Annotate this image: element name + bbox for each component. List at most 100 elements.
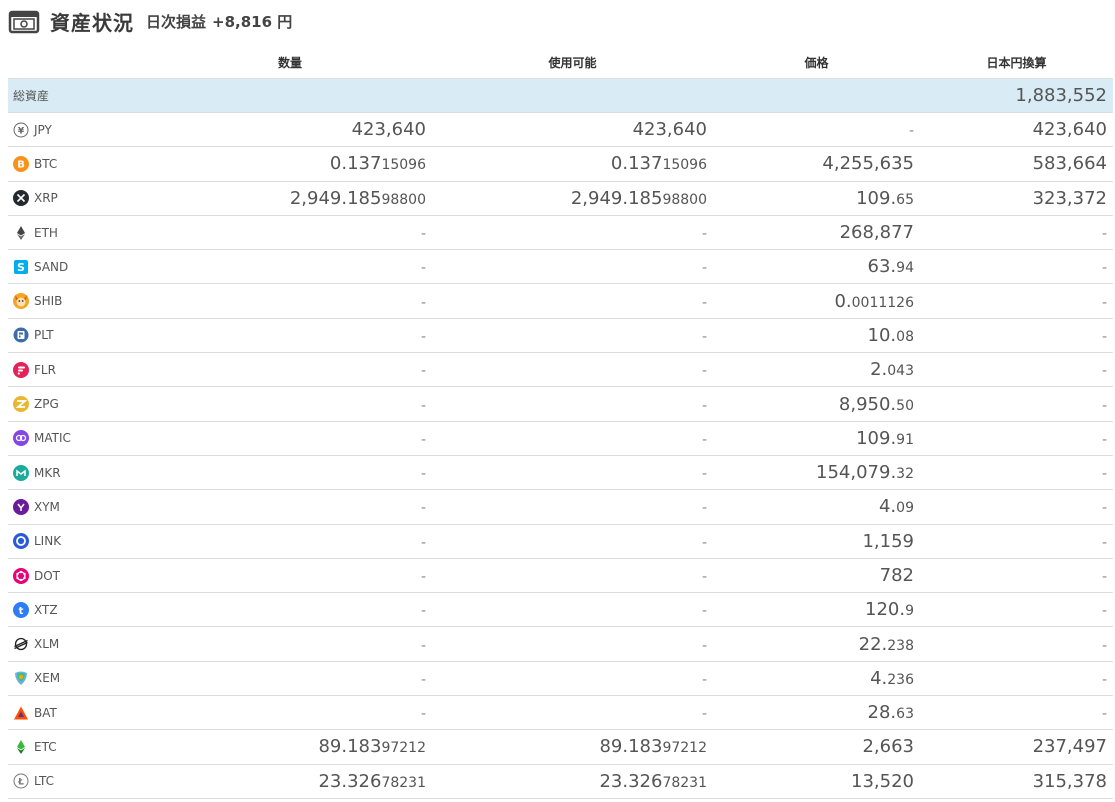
column-header-quantity: 数量 — [277, 55, 302, 70]
quantity-cell: 2,949.18598800 — [148, 180, 432, 216]
asset-symbol: LTC — [34, 774, 55, 789]
asset-name: SHIB — [13, 293, 62, 310]
asset-name: B BTC — [13, 155, 57, 172]
jpy-value-cell-main: - — [1101, 294, 1107, 311]
jpy-value-cell: - — [920, 249, 1113, 284]
quantity-cell-fraction: 97212 — [381, 740, 426, 757]
asset-name-cell: LINK — [8, 523, 148, 559]
asset-name-cell: BAT — [8, 695, 148, 730]
jpy-value-cell: - — [920, 695, 1113, 730]
flr-icon — [13, 361, 29, 378]
jpy-value-cell-main: - — [1101, 226, 1107, 243]
price-cell: 268,877 — [713, 214, 920, 250]
price-cell-main: 268,877 — [839, 222, 914, 244]
available-cell-main: 0.137 — [610, 153, 663, 175]
price-cell-main: 4,255,635 — [822, 153, 914, 175]
available-cell-main: - — [701, 603, 707, 620]
xem-icon — [13, 670, 29, 686]
available-cell: - — [432, 592, 713, 627]
sand-icon: S — [13, 259, 29, 275]
quantity-cell: - — [148, 454, 432, 490]
jpy-value-cell: - — [920, 626, 1113, 662]
jpy-value-cell: - — [920, 454, 1113, 490]
asset-name: LINK — [13, 533, 62, 550]
asset-name-cell: MKR — [8, 454, 148, 490]
asset-name-cell: Ł LTC — [8, 763, 148, 799]
asset-table: 数量 使用可能 価格 日本円換算 総資産 1,883,552 ¥ JPY 423,6… — [8, 46, 1113, 799]
header: 資産状況 日次損益 +8,816 円 — [8, 6, 292, 36]
available-cell-main: - — [701, 466, 707, 483]
asset-name: DOT — [13, 567, 60, 584]
plt-icon — [13, 327, 29, 343]
quantity-cell: - — [148, 592, 432, 627]
quantity-cell: 0.13715096 — [148, 146, 432, 182]
table-header-row: 数量 使用可能 価格 日本円換算 — [8, 46, 1113, 79]
available-cell: - — [432, 695, 713, 730]
asset-row-eth: ETH - - 268,877 - — [8, 214, 1113, 250]
price-cell-fraction: 09 — [896, 500, 914, 517]
quantity-cell-main: 89.183 — [318, 736, 382, 758]
jpy-value-cell: - — [920, 660, 1113, 696]
available-cell-main: - — [701, 569, 707, 585]
total-assets-row: 総資産 1,883,552 — [8, 78, 1113, 113]
asset-row-zpg: ZPG - -8,950.50- — [8, 386, 1113, 422]
svg-text:S: S — [17, 261, 25, 274]
quantity-cell-main: 423,640 — [351, 119, 426, 141]
jpy-value-cell: - — [920, 420, 1113, 456]
quantity-cell-main: - — [420, 671, 426, 688]
asset-symbol: LINK — [34, 534, 62, 549]
price-cell-fraction: 0011126 — [851, 294, 914, 311]
asset-name: BAT — [13, 705, 57, 721]
available-cell-main: - — [701, 328, 707, 345]
mkr-icon — [13, 464, 29, 481]
price-cell-main: 109. — [856, 187, 897, 209]
asset-symbol: XTZ — [34, 602, 58, 617]
asset-row-etc: ETC 89.18397212 89.18397212 2,663 237,497 — [8, 729, 1113, 765]
price-cell-fraction: 236 — [887, 671, 914, 688]
quantity-cell: 23.32678231 — [148, 763, 432, 799]
asset-symbol: ETH — [34, 225, 58, 240]
asset-name: XYM — [13, 498, 60, 515]
column-header-available: 使用可能 — [548, 55, 597, 70]
jpy-value-cell: - — [920, 386, 1113, 422]
asset-symbol: FLR — [34, 362, 56, 377]
price-cell-main: 63. — [867, 256, 897, 278]
asset-name-cell: XYM — [8, 489, 148, 525]
total-assets-value: 1,883,552 — [920, 78, 1113, 113]
asset-row-xtz: t XTZ - -120.9- — [8, 592, 1113, 627]
xtz-icon: t — [13, 601, 29, 618]
available-cell: - — [432, 660, 713, 696]
price-cell: 4,255,635 — [713, 146, 920, 182]
asset-row-matic: MATIC - -109.91- — [8, 420, 1113, 456]
jpy-value-cell: - — [920, 557, 1113, 593]
price-cell-fraction: 08 — [896, 328, 914, 345]
available-cell: - — [432, 352, 713, 387]
price-cell-fraction: 94 — [896, 260, 914, 277]
price-cell-main: 2,663 — [862, 736, 914, 758]
available-cell-main: - — [701, 671, 707, 688]
asset-name-cell: ETH — [8, 214, 148, 250]
price-cell: 782 — [713, 557, 920, 593]
available-cell: - — [432, 386, 713, 422]
asset-row-xlm: XLM - -22.238- — [8, 626, 1113, 662]
price-cell: - — [713, 111, 920, 147]
price-cell-main: 22. — [858, 633, 888, 655]
price-cell-main: 8,950. — [838, 393, 897, 415]
svg-text:B: B — [17, 159, 25, 170]
price-cell: 154,079.32 — [713, 454, 920, 490]
price-cell: 109.91 — [713, 420, 920, 456]
xym-icon — [13, 498, 29, 515]
asset-symbol: BAT — [34, 705, 57, 720]
asset-symbol: JPY — [34, 122, 52, 137]
jpy-value-cell-main: - — [1101, 397, 1107, 414]
price-cell: 120.9 — [713, 592, 920, 627]
quantity-cell-main: 23.326 — [318, 770, 382, 792]
asset-symbol: MATIC — [34, 431, 71, 446]
quantity-cell: - — [148, 352, 432, 387]
price-cell: 4.09 — [713, 489, 920, 525]
jpy-value-cell: - — [920, 592, 1113, 627]
quantity-cell-main: - — [420, 226, 426, 243]
available-cell-main: - — [701, 363, 707, 380]
quantity-cell: - — [148, 660, 432, 696]
asset-row-mkr: MKR - -154,079.32- — [8, 454, 1113, 490]
